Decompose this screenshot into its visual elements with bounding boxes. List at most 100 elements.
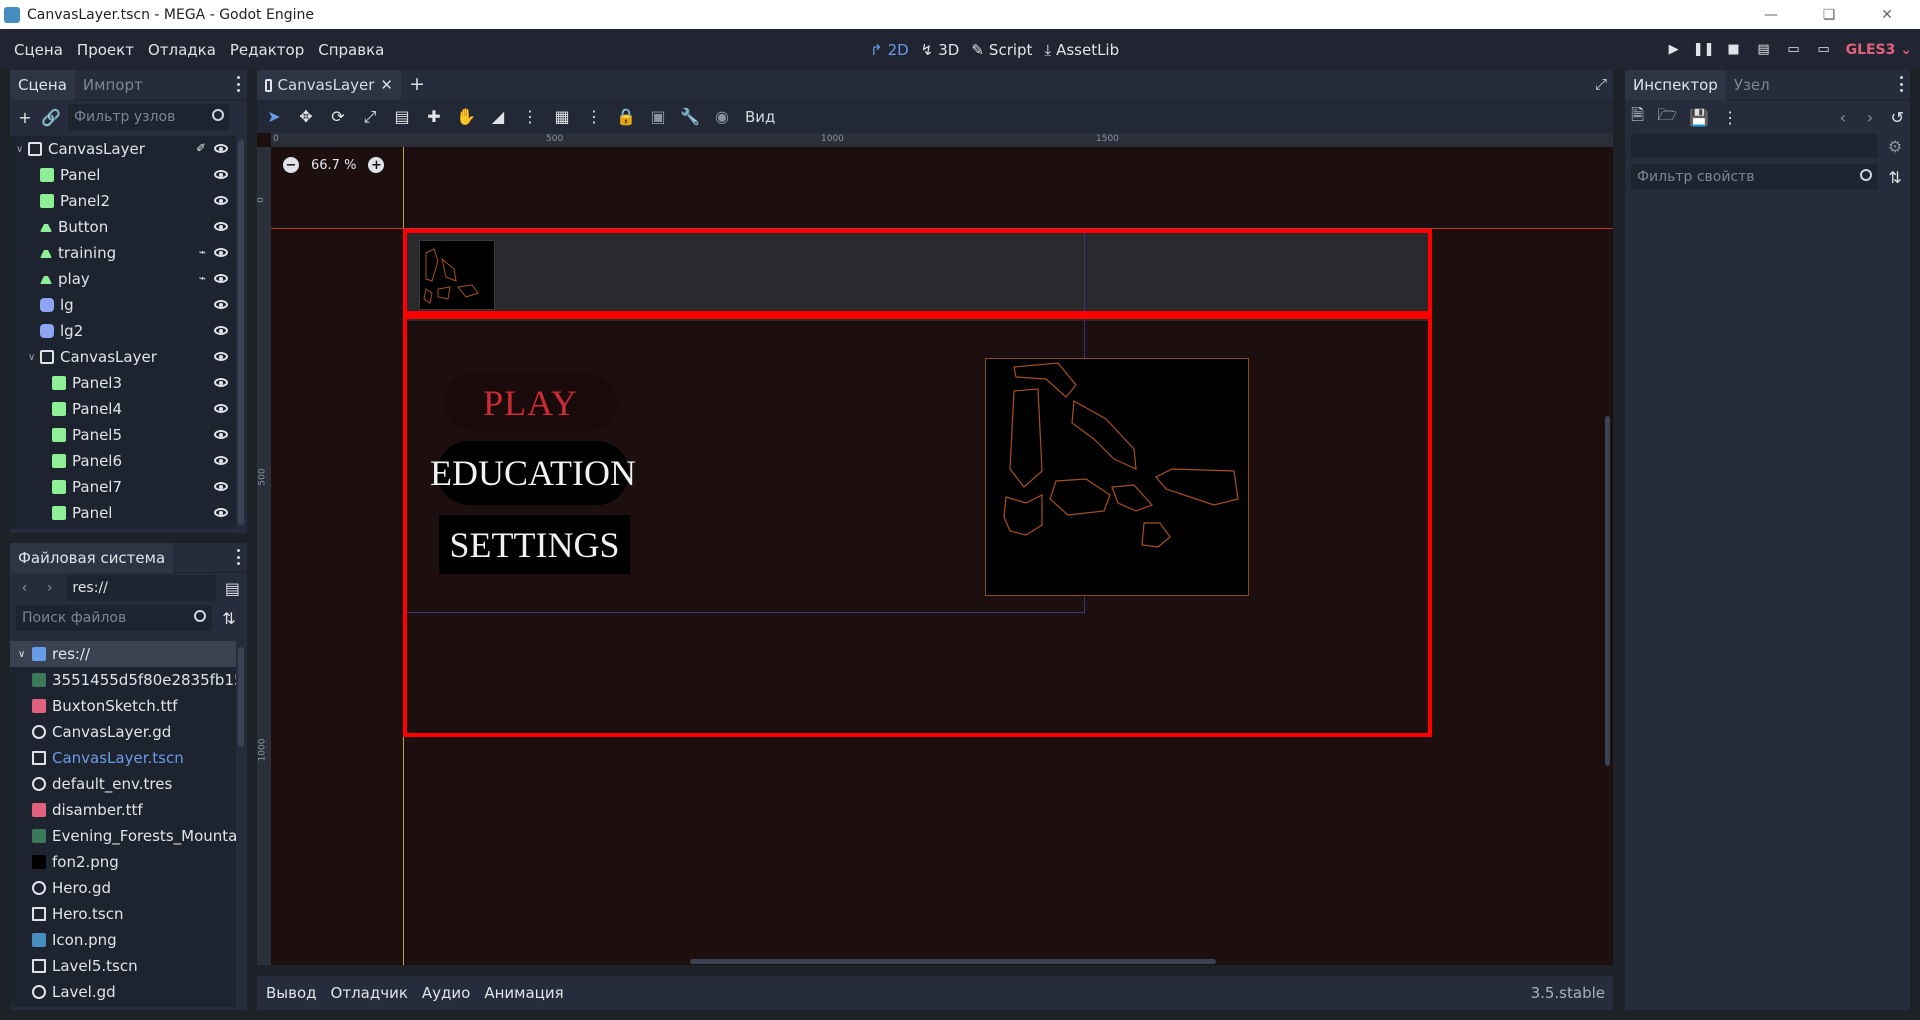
visibility-eye-icon[interactable] xyxy=(214,274,228,283)
play-scene-icon[interactable]: ▭ xyxy=(1786,42,1802,58)
new-resource-icon[interactable]: 🗎 xyxy=(1631,105,1644,126)
mode-2d-button[interactable]: ↱ 2D xyxy=(870,41,909,59)
tab-canvaslayer[interactable]: CanvasLayer ✕ xyxy=(257,70,401,100)
close-tab-icon[interactable]: ✕ xyxy=(380,76,393,94)
tab-output[interactable]: Вывод xyxy=(259,984,324,1002)
property-filter-input[interactable]: Фильтр свойств xyxy=(1631,164,1879,190)
ruler-tool-icon[interactable]: ◢ xyxy=(489,107,507,126)
save-resource-icon[interactable]: 💾 xyxy=(1689,108,1709,127)
restore-button[interactable]: ❏ xyxy=(1806,0,1852,29)
visibility-eye-icon[interactable] xyxy=(214,378,228,387)
list-select-icon[interactable]: ▤ xyxy=(393,107,411,126)
file-item[interactable]: 3551455d5f80e2835fb15 xyxy=(10,667,236,693)
visibility-eye-icon[interactable] xyxy=(214,144,228,153)
file-item[interactable]: CanvasLayer.tscn xyxy=(10,745,236,771)
visibility-eye-icon[interactable] xyxy=(214,170,228,179)
play-icon[interactable]: ▶ xyxy=(1666,42,1682,58)
collapse-arrow-icon[interactable]: ∨ xyxy=(28,352,40,363)
scene-tree-scrollbar[interactable] xyxy=(238,140,244,525)
tab-animation[interactable]: Анимация xyxy=(477,984,570,1002)
file-item[interactable]: default_env.tres xyxy=(10,771,236,797)
visibility-eye-icon[interactable] xyxy=(214,248,228,257)
file-item[interactable]: Lavel5.tscn xyxy=(10,953,236,979)
collapse-arrow-icon[interactable]: ∨ xyxy=(16,144,28,155)
camera-override-icon[interactable]: ◉ xyxy=(713,107,731,126)
mode-assetlib-button[interactable]: ⤓ AssetLib xyxy=(1044,41,1119,59)
rotate-tool-icon[interactable]: ⟳ xyxy=(329,107,347,126)
move-tool-icon[interactable]: ✥ xyxy=(297,107,315,126)
scene-node-row[interactable]: Panel6 xyxy=(10,448,236,474)
file-item[interactable]: Icon.png xyxy=(10,927,236,953)
tab-node[interactable]: Узел xyxy=(1726,70,1778,100)
visibility-eye-icon[interactable] xyxy=(214,508,228,517)
file-item[interactable]: CanvasLayer.gd xyxy=(10,719,236,745)
menu-editor[interactable]: Редактор xyxy=(223,41,311,59)
pause-icon[interactable]: ❚❚ xyxy=(1693,42,1715,58)
scene-node-row[interactable]: Panel4 xyxy=(10,396,236,422)
scene-node-row[interactable]: ∨ CanvasLayer xyxy=(10,344,236,370)
file-item[interactable]: Hero.tscn xyxy=(10,901,236,927)
visibility-eye-icon[interactable] xyxy=(214,222,228,231)
grid-snap-icon[interactable]: ▦ xyxy=(553,107,571,126)
zoom-level[interactable]: 66.7 % xyxy=(311,158,356,173)
collapse-arrow-icon[interactable]: ∨ xyxy=(18,649,32,660)
file-item[interactable]: Hero.gd xyxy=(10,875,236,901)
canvas-viewport[interactable]: 0 500 1000 1500 0 500 1000 − 66.7 % + PL… xyxy=(257,133,1613,965)
scene-node-row[interactable]: lg xyxy=(10,292,236,318)
zoom-in-icon[interactable]: + xyxy=(368,157,385,173)
pan-tool-icon[interactable]: ✋ xyxy=(456,107,476,126)
file-item[interactable]: BuxtonSketch.ttf xyxy=(10,693,236,719)
scene-node-row[interactable]: Panel xyxy=(10,500,236,526)
file-item[interactable]: fon2.png xyxy=(10,849,236,875)
add-tab-icon[interactable]: + xyxy=(409,73,425,95)
snap-options-icon[interactable]: ⋮ xyxy=(585,107,603,126)
tab-import[interactable]: Импорт xyxy=(75,70,151,100)
menu-scene[interactable]: Сцена xyxy=(7,41,70,59)
dock-menu-icon[interactable] xyxy=(237,76,241,92)
stop-icon[interactable]: ■ xyxy=(1726,42,1742,58)
visibility-eye-icon[interactable] xyxy=(214,326,228,335)
scene-node-row[interactable]: Panel2 xyxy=(10,188,236,214)
distraction-free-icon[interactable]: ⤢ xyxy=(1595,75,1607,93)
close-window-button[interactable]: ✕ xyxy=(1864,0,1910,29)
visibility-eye-icon[interactable] xyxy=(214,456,228,465)
instance-scene-icon[interactable]: 🔗 xyxy=(41,108,61,127)
menu-debug[interactable]: Отладка xyxy=(141,41,223,59)
fs-path-field[interactable]: res:// xyxy=(66,575,216,601)
visibility-eye-icon[interactable] xyxy=(214,352,228,361)
group-icon[interactable]: ▣ xyxy=(649,107,667,126)
sort-icon[interactable]: ⇅ xyxy=(220,609,238,628)
visibility-eye-icon[interactable] xyxy=(214,196,228,205)
viewport-h-scrollbar[interactable] xyxy=(690,959,1216,964)
menu-project[interactable]: Проект xyxy=(70,41,141,59)
scale-tool-icon[interactable]: ⤢ xyxy=(361,107,379,126)
file-item[interactable]: disamber.ttf xyxy=(10,797,236,823)
renderer-selector[interactable]: GLES3 ⌄ xyxy=(1846,42,1912,58)
minimize-button[interactable]: — xyxy=(1748,0,1794,29)
object-path-field[interactable] xyxy=(1631,134,1879,158)
signal-icon[interactable]: ⌁ xyxy=(199,271,206,285)
visibility-eye-icon[interactable] xyxy=(214,482,228,491)
visibility-eye-icon[interactable] xyxy=(214,300,228,309)
scene-node-row[interactable]: Panel xyxy=(10,162,236,188)
scene-node-row[interactable]: play ⌁ xyxy=(10,266,236,292)
select-tool-icon[interactable]: ➤ xyxy=(265,107,283,126)
viewport-v-scrollbar[interactable] xyxy=(1605,416,1610,766)
mode-script-button[interactable]: ✎ Script xyxy=(971,41,1032,59)
tab-scene[interactable]: Сцена xyxy=(10,69,75,100)
scene-node-row[interactable]: Panel3 xyxy=(10,370,236,396)
resource-menu-icon[interactable]: ⋮ xyxy=(1722,108,1738,127)
file-item[interactable]: ∨ res:// xyxy=(10,641,236,667)
html5-icon[interactable]: ▤ xyxy=(1756,42,1772,58)
tab-debugger[interactable]: Отладчик xyxy=(324,984,415,1002)
add-node-icon[interactable]: + xyxy=(16,108,34,127)
scene-node-row[interactable]: Panel7 xyxy=(10,474,236,500)
bones-icon[interactable]: 🔧 xyxy=(680,107,700,126)
tab-audio[interactable]: Аудио xyxy=(415,984,477,1002)
play-custom-scene-icon[interactable]: ▭ xyxy=(1816,42,1832,58)
scene-node-row[interactable]: Panel5 xyxy=(10,422,236,448)
smart-snap-icon[interactable]: ⋮ xyxy=(521,107,539,126)
lock-icon[interactable]: 🔒 xyxy=(616,107,636,126)
object-menu-icon[interactable]: ⚙ xyxy=(1886,137,1904,156)
history-back-icon[interactable]: ‹ xyxy=(1836,108,1849,127)
